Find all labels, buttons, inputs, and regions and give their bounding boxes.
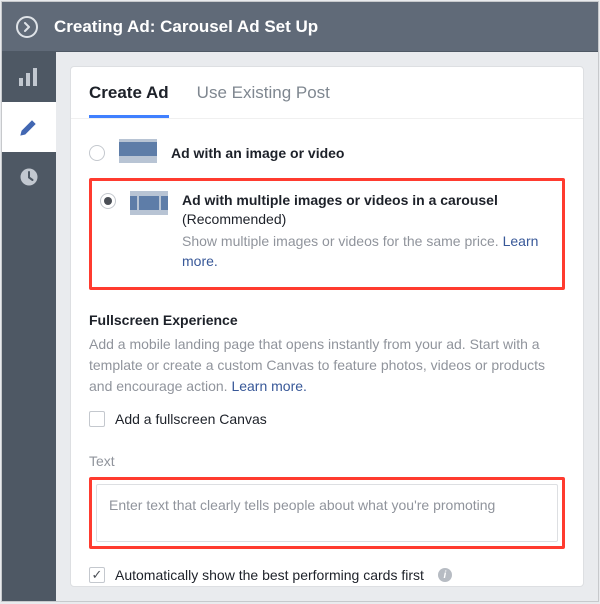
radio-single[interactable]: [89, 145, 105, 161]
bar-chart-icon: [18, 67, 40, 87]
text-section-label: Text: [89, 453, 565, 469]
chevron-right-circle-icon[interactable]: [16, 16, 38, 38]
ad-text-input[interactable]: Enter text that clearly tells people abo…: [96, 484, 558, 542]
left-sidebar: [2, 52, 56, 601]
pencil-icon: [19, 117, 39, 137]
format-option-single[interactable]: Ad with an image or video: [89, 137, 565, 168]
create-ad-panel: Create Ad Use Existing Post Ad with an i…: [70, 66, 584, 587]
clock-icon: [19, 167, 39, 187]
checkbox-canvas-label: Add a fullscreen Canvas: [115, 411, 267, 427]
radio-carousel[interactable]: [100, 193, 116, 209]
tab-bar: Create Ad Use Existing Post: [71, 67, 583, 119]
fullscreen-description: Add a mobile landing page that opens ins…: [89, 336, 545, 394]
checkbox-auto-order[interactable]: ✓: [89, 567, 105, 583]
sidebar-nav-performance[interactable]: [2, 52, 56, 102]
format-option-single-label: Ad with an image or video: [171, 145, 344, 161]
format-option-carousel[interactable]: Ad with multiple images or videos in a c…: [100, 191, 554, 271]
auto-order-checkbox-row[interactable]: ✓ Automatically show the best performing…: [89, 567, 565, 583]
format-option-carousel-recommended: (Recommended): [182, 210, 554, 229]
tab-create-ad[interactable]: Create Ad: [89, 83, 169, 118]
fullscreen-heading: Fullscreen Experience: [89, 312, 565, 328]
ad-text-highlight: Enter text that clearly tells people abo…: [89, 477, 565, 549]
carousel-format-icon: [130, 191, 168, 218]
main-area: Create Ad Use Existing Post Ad with an i…: [56, 52, 598, 601]
format-option-carousel-desc: Show multiple images or videos for the s…: [182, 233, 503, 249]
sidebar-nav-edit[interactable]: [2, 102, 56, 152]
info-icon[interactable]: i: [438, 568, 452, 582]
sidebar-nav-history[interactable]: [2, 152, 56, 202]
title-bar: Creating Ad: Carousel Ad Set Up: [2, 2, 598, 52]
checkbox-auto-order-label: Automatically show the best performing c…: [115, 567, 424, 583]
checkbox-canvas[interactable]: [89, 411, 105, 427]
page-title: Creating Ad: Carousel Ad Set Up: [54, 17, 318, 37]
tab-use-existing-post[interactable]: Use Existing Post: [197, 83, 330, 118]
app-frame: Creating Ad: Carousel Ad Set Up: [1, 1, 599, 602]
format-option-carousel-label: Ad with multiple images or videos in a c…: [182, 192, 498, 208]
format-option-carousel-highlight: Ad with multiple images or videos in a c…: [89, 178, 565, 290]
fullscreen-canvas-checkbox-row[interactable]: Add a fullscreen Canvas: [89, 411, 565, 427]
single-image-format-icon: [119, 139, 157, 166]
fullscreen-learn-more-link[interactable]: Learn more.: [231, 378, 306, 394]
panel-content: Ad with an image or video: [71, 119, 583, 587]
